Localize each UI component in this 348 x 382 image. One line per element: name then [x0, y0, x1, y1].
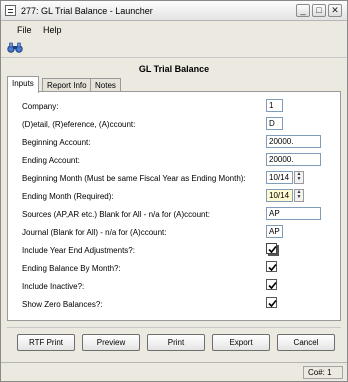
tab-inputs[interactable]: Inputs	[7, 76, 39, 93]
binoculars-icon[interactable]	[7, 42, 23, 54]
detail-type-input[interactable]: D	[266, 117, 283, 130]
spinner-down-icon[interactable]: ▼	[295, 177, 303, 182]
export-button[interactable]: Export	[212, 334, 270, 351]
cancel-button[interactable]: Cancel	[277, 334, 335, 351]
menu-file[interactable]: File	[17, 25, 32, 35]
maximize-button[interactable]: □	[312, 4, 326, 17]
close-button[interactable]: ✕	[328, 4, 342, 17]
beginning-month-label: Beginning Month (Must be same Fiscal Yea…	[22, 174, 246, 183]
checkmark-icon	[268, 245, 277, 254]
year-end-label: Include Year End Adjustments?:	[22, 246, 135, 255]
company-input[interactable]: 1	[266, 99, 283, 112]
minimize-button[interactable]: _	[296, 4, 310, 17]
journal-input[interactable]: AP	[266, 225, 283, 238]
sources-label: Sources (AP,AR etc.) Blank for All - n/a…	[22, 210, 210, 219]
menu-help[interactable]: Help	[43, 25, 62, 35]
beginning-month-input[interactable]: 10/14	[266, 171, 293, 184]
ending-month-label: Ending Month (Required):	[22, 192, 114, 201]
tab-report-info[interactable]: Report Info	[42, 78, 92, 92]
status-bar: Co#: 1	[1, 362, 347, 381]
report-title: GL Trial Balance	[138, 64, 210, 74]
print-button[interactable]: Print	[147, 334, 205, 351]
company-label: Company:	[22, 102, 59, 111]
year-end-checkbox[interactable]	[266, 243, 277, 254]
inputs-panel: Company: 1 (D)etail, (R)eference, (A)cco…	[7, 91, 341, 321]
zero-balances-label: Show Zero Balances?:	[22, 300, 103, 309]
include-inactive-checkbox[interactable]	[266, 279, 277, 290]
app-document-icon	[5, 5, 16, 16]
launcher-window: 277: GL Trial Balance - Launcher _ □ ✕ F…	[0, 0, 348, 382]
menu-bar: File Help	[1, 22, 347, 38]
include-inactive-label: Include Inactive?:	[22, 282, 85, 291]
beginning-account-input[interactable]: 20000.	[266, 135, 321, 148]
by-month-checkbox[interactable]	[266, 261, 277, 272]
ending-account-label: Ending Account:	[22, 156, 80, 165]
journal-label: Journal (Blank for All) - n/a for (A)cco…	[22, 228, 167, 237]
by-month-label: Ending Balance By Month?:	[22, 264, 121, 273]
checkmark-icon	[268, 263, 277, 272]
ending-account-input[interactable]: 20000.	[266, 153, 321, 166]
ending-month-spinner[interactable]: ▲ ▼	[294, 189, 304, 202]
checkmark-icon	[268, 281, 277, 290]
company-status: Co#: 1	[303, 366, 343, 379]
sources-input[interactable]: AP	[266, 207, 321, 220]
preview-button[interactable]: Preview	[82, 334, 140, 351]
detail-type-label: (D)etail, (R)eference, (A)ccount:	[22, 120, 136, 129]
window-title: 277: GL Trial Balance - Launcher	[21, 6, 153, 16]
title-bar[interactable]: 277: GL Trial Balance - Launcher _ □ ✕	[1, 1, 347, 21]
zero-balances-checkbox[interactable]	[266, 297, 277, 308]
checkmark-icon	[268, 299, 277, 308]
beginning-account-label: Beginning Account:	[22, 138, 91, 147]
tab-notes[interactable]: Notes	[90, 78, 121, 92]
toolbar	[1, 38, 347, 58]
beginning-month-spinner[interactable]: ▲ ▼	[294, 171, 304, 184]
rtf-print-button[interactable]: RTF Print	[17, 334, 75, 351]
ending-month-input[interactable]: 10/14	[266, 189, 293, 202]
spinner-down-icon[interactable]: ▼	[295, 195, 303, 200]
button-bar: RTF Print Preview Print Export Cancel	[7, 327, 341, 353]
